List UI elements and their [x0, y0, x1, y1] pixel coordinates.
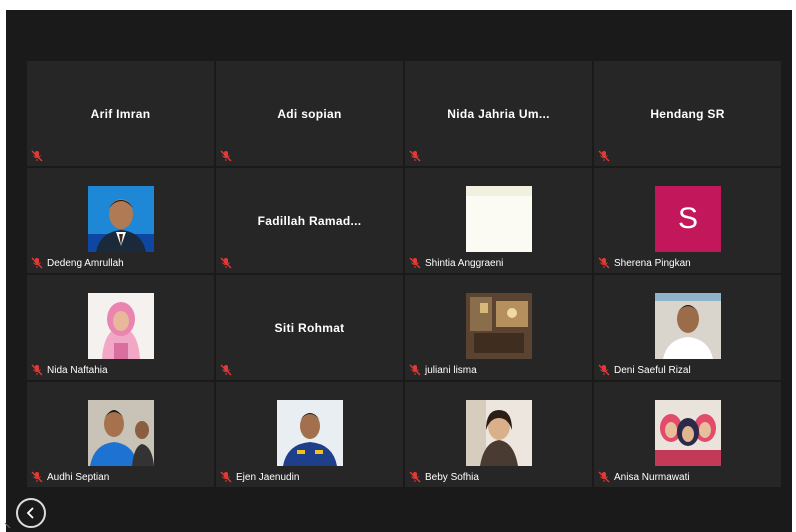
- participant-tile-dedeng-amrullah[interactable]: Dedeng Amrullah: [27, 168, 214, 273]
- participant-video: [655, 293, 721, 359]
- participant-video: [88, 186, 154, 252]
- participant-tile-siti-rohmat[interactable]: Siti Rohmat: [216, 275, 403, 380]
- back-button[interactable]: [16, 498, 46, 528]
- participant-name: Nida Naftahia: [47, 364, 108, 376]
- participant-name: juliani lisma: [425, 364, 477, 376]
- participant-name: Nida Jahria Um...: [447, 106, 550, 121]
- participant-tile-sherena-pingkan[interactable]: S Sherena Pingkan: [594, 168, 781, 273]
- microphone-muted-icon: [31, 150, 43, 162]
- participant-video: [88, 293, 154, 359]
- participant-tile-audhi-septian[interactable]: Audhi Septian: [27, 382, 214, 487]
- participant-name: Dedeng Amrullah: [47, 257, 124, 269]
- microphone-muted-icon: [598, 471, 610, 483]
- participant-gallery: Arif Imran Adi sopian Nida Jahria Um... …: [27, 61, 781, 487]
- microphone-muted-icon: [220, 471, 232, 483]
- participant-video: [655, 400, 721, 466]
- participant-tile-nida-naftahia[interactable]: Nida Naftahia: [27, 275, 214, 380]
- participant-video: [466, 400, 532, 466]
- participant-tile-beby-sofhia[interactable]: Beby Sofhia: [405, 382, 592, 487]
- participant-name: Sherena Pingkan: [614, 257, 691, 269]
- participant-avatar: S: [655, 186, 721, 252]
- microphone-muted-icon: [598, 364, 610, 376]
- corner-mark-icon: [4, 522, 11, 529]
- participant-video: [466, 293, 532, 359]
- participant-tile-adi-sopian[interactable]: Adi sopian: [216, 61, 403, 166]
- microphone-muted-icon: [598, 150, 610, 162]
- microphone-muted-icon: [220, 257, 232, 269]
- participant-name: Siti Rohmat: [274, 320, 345, 335]
- microphone-muted-icon: [409, 364, 421, 376]
- microphone-muted-icon: [220, 364, 232, 376]
- participant-name: Adi sopian: [277, 106, 342, 121]
- participant-name: Fadillah Ramad...: [257, 213, 362, 228]
- microphone-muted-icon: [31, 471, 43, 483]
- participant-tile-arif-imran[interactable]: Arif Imran: [27, 61, 214, 166]
- participant-tile-shintia-anggraeni[interactable]: Shintia Anggraeni: [405, 168, 592, 273]
- participant-name: Arif Imran: [90, 106, 151, 121]
- participant-tile-hendang-sr[interactable]: Hendang SR: [594, 61, 781, 166]
- participant-tile-deni-saeful-rizal[interactable]: Deni Saeful Rizal: [594, 275, 781, 380]
- participant-name: Anisa Nurmawati: [614, 471, 690, 483]
- avatar-initial: S: [677, 202, 698, 235]
- participant-name: Ejen Jaenudin: [236, 471, 300, 483]
- microphone-muted-icon: [409, 471, 421, 483]
- participant-name: Beby Sofhia: [425, 471, 479, 483]
- participant-tile-anisa-nurmawati[interactable]: Anisa Nurmawati: [594, 382, 781, 487]
- microphone-muted-icon: [409, 150, 421, 162]
- participant-tile-nida-jahria[interactable]: Nida Jahria Um...: [405, 61, 592, 166]
- chevron-left-icon: [26, 507, 34, 519]
- participant-video: [88, 400, 154, 466]
- participant-name: Hendang SR: [650, 106, 725, 121]
- microphone-muted-icon: [598, 257, 610, 269]
- participant-video: [466, 186, 532, 252]
- participant-tile-ejen-jaenudin[interactable]: Ejen Jaenudin: [216, 382, 403, 487]
- participant-name: Shintia Anggraeni: [425, 257, 504, 269]
- microphone-muted-icon: [31, 364, 43, 376]
- participant-tile-juliani-lisma[interactable]: juliani lisma: [405, 275, 592, 380]
- participant-video: [277, 400, 343, 466]
- participant-name: Deni Saeful Rizal: [614, 364, 691, 376]
- participant-tile-fadillah-ramad[interactable]: Fadillah Ramad...: [216, 168, 403, 273]
- microphone-muted-icon: [31, 257, 43, 269]
- microphone-muted-icon: [409, 257, 421, 269]
- microphone-muted-icon: [220, 150, 232, 162]
- participant-name: Audhi Septian: [47, 471, 110, 483]
